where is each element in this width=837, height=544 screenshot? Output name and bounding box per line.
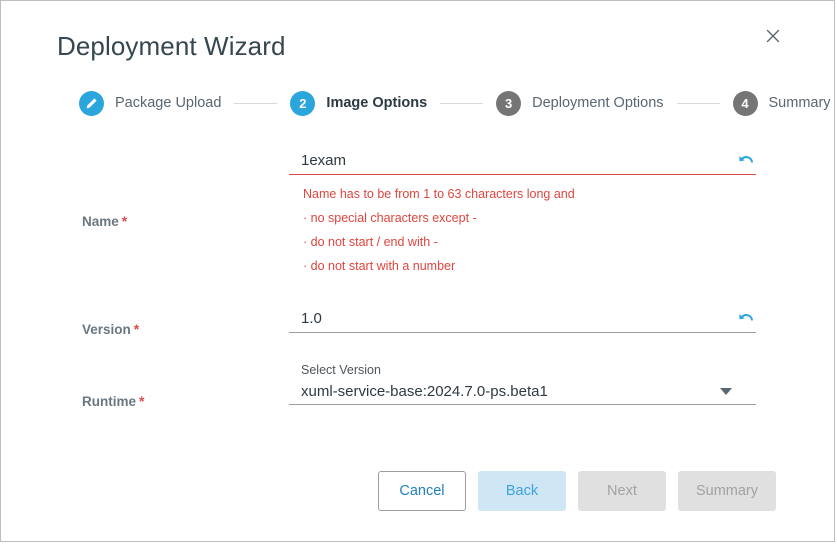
next-button[interactable]: Next [578,471,666,511]
step-connector [440,103,483,104]
step-connector [677,103,720,104]
required-marker: * [122,213,127,229]
version-input-row[interactable]: 1.0 [289,304,756,332]
error-line: · no special characters except - [303,206,756,230]
chevron-down-icon[interactable] [720,388,732,395]
version-input-underline [289,332,756,333]
step-number-2: 2 [290,91,315,116]
pencil-icon [79,91,104,116]
step-label-package-upload: Package Upload [115,95,221,111]
required-marker: * [139,393,144,409]
runtime-selected-value: xuml-service-base:2024.7.0-ps.beta1 [289,383,720,404]
name-field-group: 1exam Name has to be from 1 to 63 charac… [289,146,756,278]
deployment-wizard-dialog: Deployment Wizard Package Upload 2 Image… [0,0,835,542]
name-label-text: Name [82,214,119,229]
version-label: Version* [82,321,139,337]
runtime-select-underline [289,404,756,405]
step-label-image-options: Image Options [326,95,427,111]
version-field-group: 1.0 [289,304,756,333]
runtime-label-text: Runtime [82,394,136,409]
error-line: · do not start with a number [303,254,756,278]
version-input[interactable]: 1.0 [289,310,736,332]
error-line: · do not start / end with - [303,230,756,254]
step-number-3: 3 [496,91,521,116]
step-number-4: 4 [733,91,758,116]
dialog-actions: Cancel Back Next Summary [378,471,776,511]
runtime-field-group: Select Version xuml-service-base:2024.7.… [289,363,756,405]
page-title: Deployment Wizard [57,31,286,62]
step-deployment-options[interactable]: 3 Deployment Options [496,91,663,116]
runtime-select[interactable]: xuml-service-base:2024.7.0-ps.beta1 [289,380,756,404]
name-input[interactable]: 1exam [289,152,736,174]
wizard-stepper: Package Upload 2 Image Options 3 Deploym… [79,90,831,116]
name-input-underline [289,174,756,175]
name-error-messages: Name has to be from 1 to 63 characters l… [289,182,756,278]
back-button[interactable]: Back [478,471,566,511]
step-label-summary: Summary [769,95,831,111]
error-line: Name has to be from 1 to 63 characters l… [303,182,756,206]
step-connector [234,103,277,104]
step-image-options[interactable]: 2 Image Options [290,91,427,116]
close-icon[interactable] [764,27,782,45]
step-package-upload[interactable]: Package Upload [79,91,221,116]
step-summary[interactable]: 4 Summary [733,91,831,116]
summary-button[interactable]: Summary [678,471,776,511]
runtime-select-caption: Select Version [289,363,756,377]
cancel-button[interactable]: Cancel [378,471,466,511]
undo-icon[interactable] [736,152,756,172]
step-label-deployment-options: Deployment Options [532,95,663,111]
name-label: Name* [82,213,127,229]
runtime-label: Runtime* [82,393,144,409]
version-label-text: Version [82,322,131,337]
name-input-row[interactable]: 1exam [289,146,756,174]
undo-icon[interactable] [736,310,756,330]
required-marker: * [134,321,139,337]
